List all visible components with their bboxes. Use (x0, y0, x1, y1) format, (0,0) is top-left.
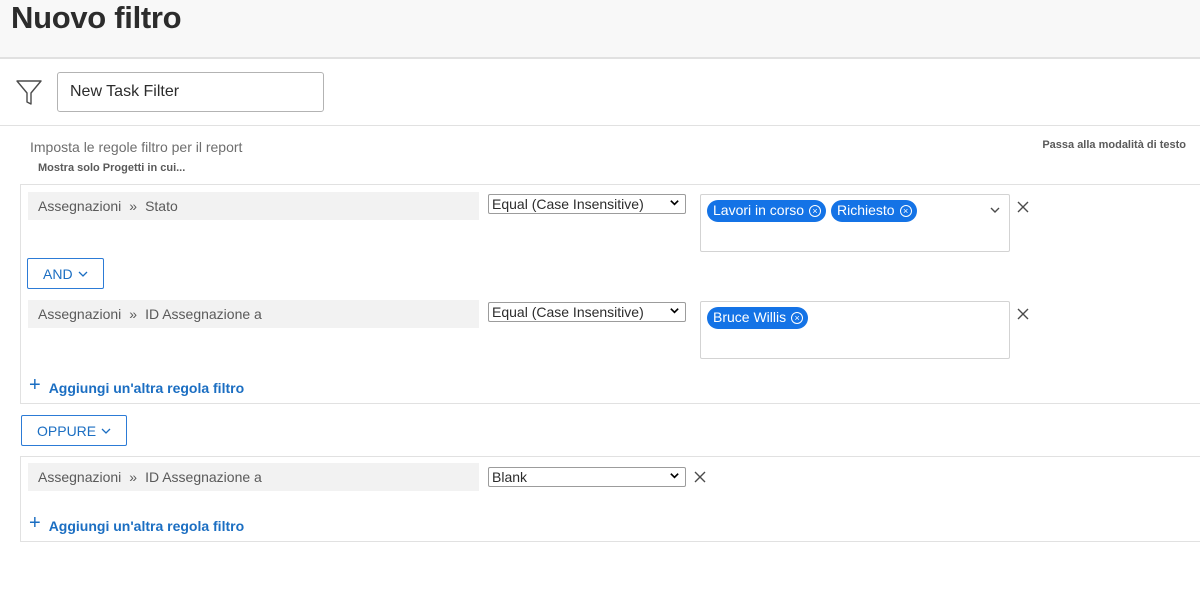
remove-tag-icon[interactable]: × (809, 205, 822, 217)
value-tag: Lavori in corso × (707, 200, 827, 222)
rule-field[interactable]: Assegnazioni » ID Assegnazione a (28, 300, 479, 328)
chevron-down-icon (670, 200, 679, 206)
remove-tag-icon[interactable]: × (791, 312, 804, 324)
filter-name-input[interactable] (57, 72, 324, 112)
chevron-down-icon (670, 308, 679, 314)
value-tag-label: Richiesto (837, 202, 895, 218)
chevron-down-icon (78, 271, 88, 277)
filter-group: Assegnazioni » ID Assegnazione a Blank + A… (20, 456, 1200, 542)
funnel-icon (16, 80, 42, 105)
page-header: Nuovo filtro (0, 0, 1200, 59)
value-tag-label: Bruce Willis (713, 309, 787, 325)
add-filter-rule-label: Aggiungi un'altra regola filtro (48, 379, 245, 396)
double-chevron-right-icon: » (129, 198, 138, 214)
remove-rule-icon[interactable] (693, 470, 707, 484)
plus-icon: + (29, 374, 41, 396)
remove-tag-icon[interactable]: × (899, 205, 912, 217)
plus-icon: + (29, 512, 41, 534)
value-tag: Richiesto × (831, 200, 917, 222)
filter-scope-label: Mostra solo Progetti in cui... (38, 162, 186, 174)
value-tag: Bruce Willis × (707, 307, 809, 329)
value-tag-label: Lavori in corso (713, 202, 805, 218)
filter-group: Assegnazioni » Stato Equal (Case Insensiti… (20, 184, 1200, 404)
field-object: Assegnazioni (38, 198, 122, 214)
operator-value: Equal (Case Insensitive) (492, 304, 644, 320)
field-object: Assegnazioni (38, 469, 122, 485)
field-name: ID Assegnazione a (145, 306, 262, 322)
add-filter-rule-label: Aggiungi un'altra regola filtro (48, 517, 245, 534)
operator-select[interactable]: Equal (Case Insensitive) (488, 194, 686, 214)
operator-value: Equal (Case Insensitive) (492, 196, 644, 212)
field-name: ID Assegnazione a (145, 469, 262, 485)
group-conjunction-button[interactable]: OPPURE (21, 415, 128, 446)
add-filter-rule-link[interactable]: + Aggiungi un'altra regola filtro (29, 374, 245, 397)
conjunction-label: AND (43, 265, 73, 282)
page-title: Nuovo filtro (11, 0, 182, 35)
remove-rule-icon[interactable] (1016, 307, 1030, 321)
filter-rules-instructions: Imposta le regole filtro per il report (30, 139, 243, 155)
value-multiselect[interactable]: Bruce Willis × (700, 301, 1010, 359)
chevron-down-icon[interactable] (989, 204, 1001, 216)
remove-rule-icon[interactable] (1016, 200, 1030, 214)
rule-field[interactable]: Assegnazioni » Stato (28, 192, 479, 220)
chevron-down-icon (670, 473, 679, 479)
filter-name-row (0, 60, 1200, 126)
double-chevron-right-icon: » (129, 469, 138, 485)
field-object: Assegnazioni (38, 306, 122, 322)
chevron-down-icon (101, 428, 111, 434)
rule-field[interactable]: Assegnazioni » ID Assegnazione a (28, 463, 479, 491)
rule-conjunction-button[interactable]: AND (27, 258, 104, 289)
group-conjunction-label: OPPURE (37, 422, 97, 439)
switch-to-text-mode-link[interactable]: Passa alla modalità di testo (1042, 139, 1186, 151)
field-name: Stato (145, 198, 178, 214)
operator-value: Blank (492, 469, 528, 485)
operator-select[interactable]: Equal (Case Insensitive) (488, 302, 686, 322)
value-multiselect[interactable]: Lavori in corso × Richiesto × (700, 194, 1010, 252)
operator-select[interactable]: Blank (488, 467, 686, 487)
double-chevron-right-icon: » (129, 306, 138, 322)
add-filter-rule-link[interactable]: + Aggiungi un'altra regola filtro (29, 512, 245, 535)
